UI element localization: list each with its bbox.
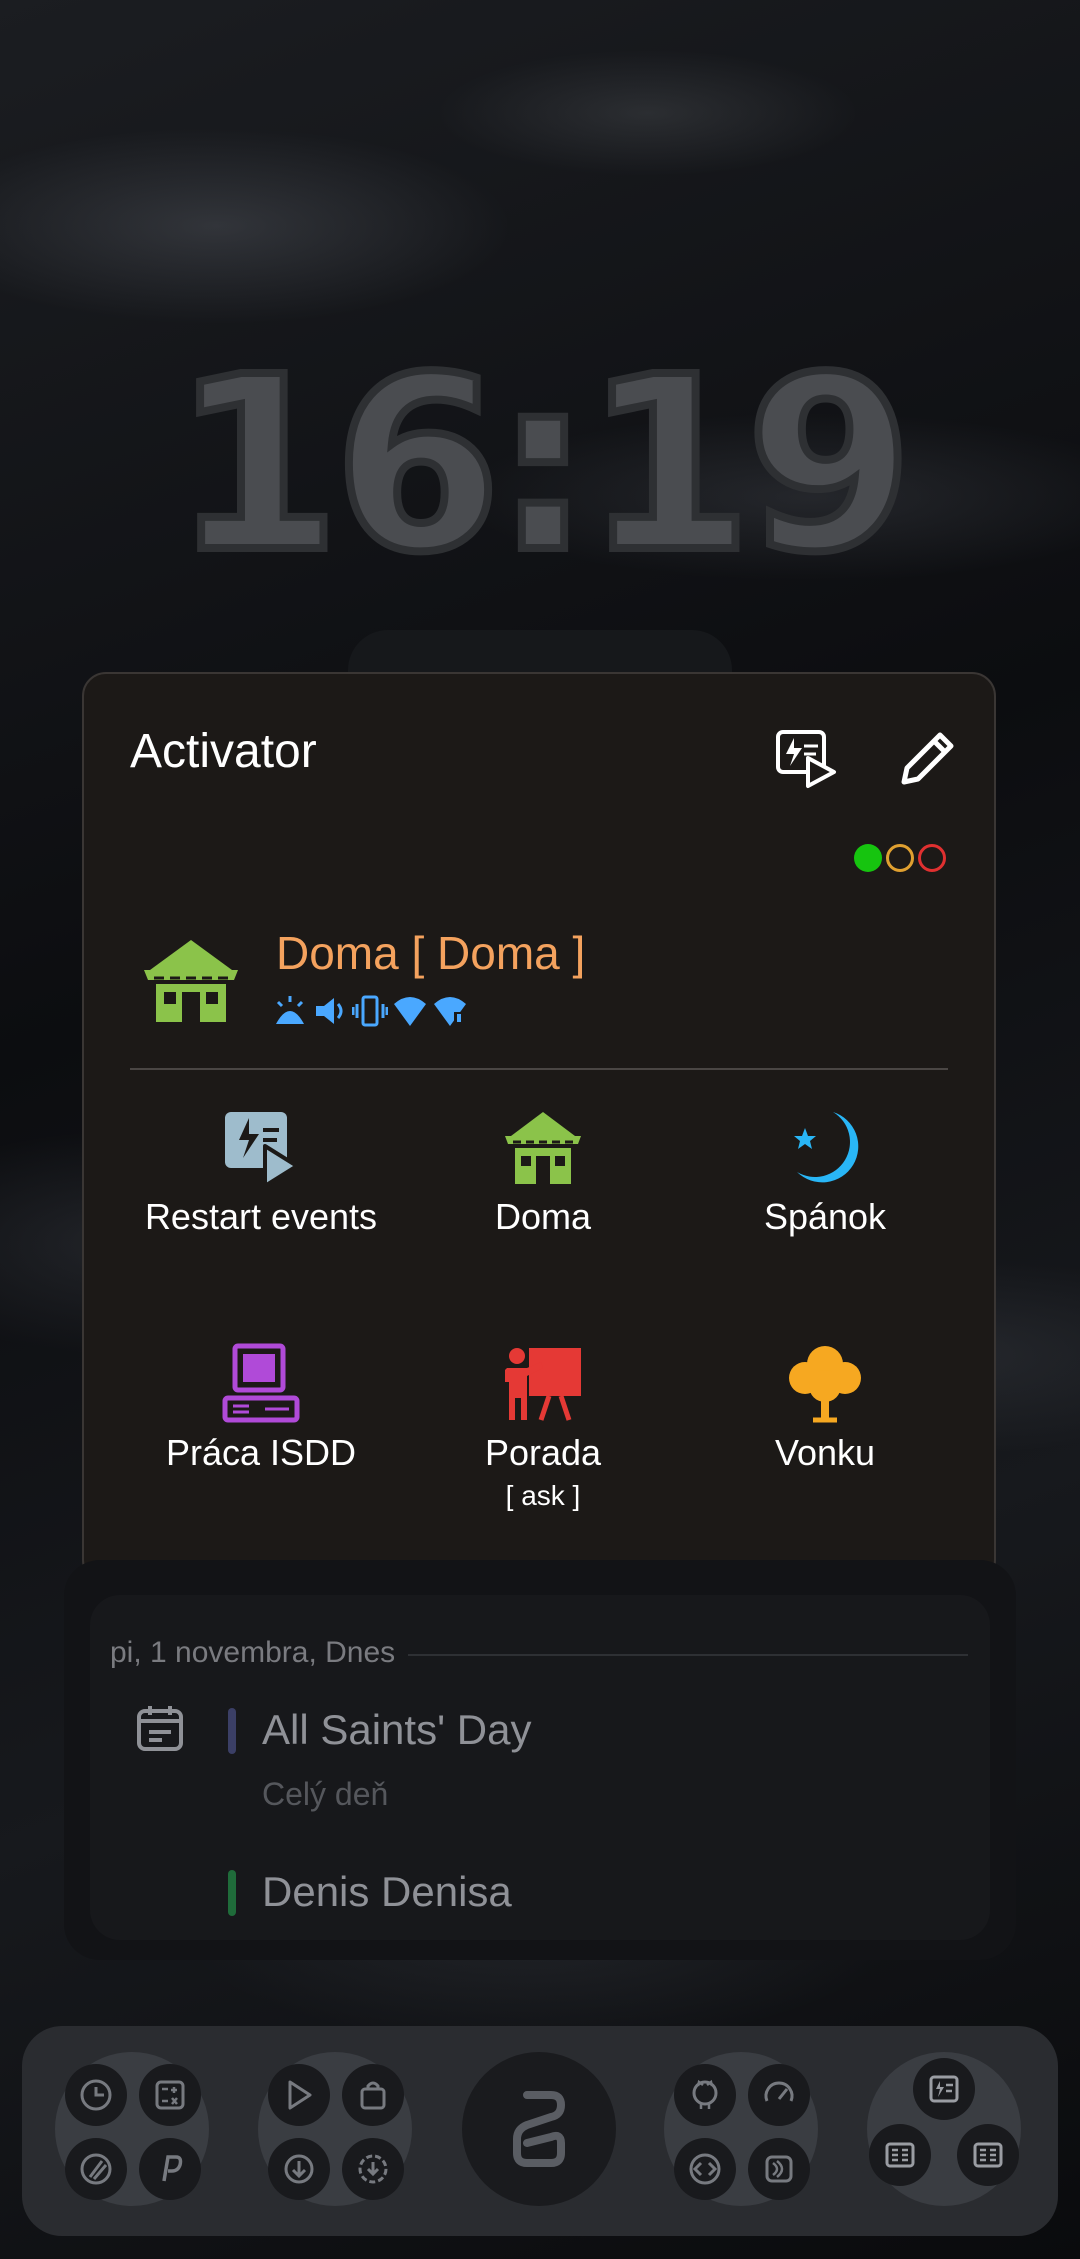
shopping-bag-icon [360, 2081, 386, 2110]
tile-label: Práca ISDD [165, 1432, 357, 1473]
launcher-button[interactable] [462, 2052, 616, 2206]
app-icon[interactable] [869, 2124, 931, 2186]
play-store-icon [288, 2080, 312, 2110]
status-dot-yellow [886, 844, 914, 872]
house-icon [505, 1112, 581, 1184]
app-icon[interactable] [748, 2064, 810, 2126]
status-dot-green [854, 844, 882, 872]
wifi-hotspot-icon [434, 997, 466, 1026]
tile-label: Porada [484, 1432, 602, 1473]
restart-events-icon [225, 1112, 299, 1188]
calculator-icon [155, 2080, 185, 2110]
app-icon[interactable] [268, 2064, 330, 2126]
calendar-date-header: pi, 1 novembra, Dnes [110, 1636, 396, 1669]
app-icon[interactable] [748, 2138, 810, 2200]
calendar-icon [137, 1706, 183, 1751]
app-folder-activator[interactable] [867, 2052, 1021, 2206]
vibrate-icon [352, 995, 388, 1027]
tile-label: Doma [494, 1196, 592, 1237]
app-folder-dev[interactable] [664, 2052, 818, 2206]
event-subtitle: Celý deň [262, 1776, 389, 1812]
app-folder-store[interactable] [258, 2052, 412, 2206]
tile-label: Vonku [774, 1432, 876, 1473]
tile-restart-events[interactable]: Restart events [119, 1106, 403, 1238]
presentation-icon [505, 1348, 581, 1421]
speedometer-icon [764, 2081, 794, 2102]
quick-activate-icon[interactable] [772, 724, 840, 792]
app-icon[interactable] [65, 2064, 127, 2126]
tile-label: Spánok [763, 1196, 887, 1237]
divider [408, 1654, 968, 1656]
divider [130, 1068, 948, 1070]
widget-title: Activator [130, 725, 317, 778]
tile-spanok[interactable]: Spánok [683, 1106, 967, 1238]
profile-status-icons [272, 994, 468, 1028]
app-icon[interactable] [268, 2138, 330, 2200]
app-icon[interactable] [913, 2058, 975, 2120]
edit-pencil-icon[interactable] [894, 724, 962, 792]
clock-time[interactable]: 16:19 [0, 341, 1080, 589]
app-icon[interactable] [139, 2138, 201, 2200]
app-folder-google[interactable] [55, 2052, 209, 2206]
tile-vonku[interactable]: Vonku [683, 1342, 967, 1474]
status-dot-red [918, 844, 946, 872]
app-icon[interactable] [65, 2138, 127, 2200]
app-icon[interactable] [139, 2064, 201, 2126]
tile-porada[interactable]: Porada [ ask ] [401, 1342, 685, 1512]
tile-praca-isdd[interactable]: Práca ISDD [119, 1342, 403, 1474]
event-title[interactable]: Denis Denisa [262, 1868, 512, 1916]
event-list-icon [885, 2142, 915, 2168]
event-list-icon [973, 2142, 1003, 2168]
event-color-bar [228, 1708, 236, 1754]
tile-sublabel: [ ask ] [505, 1480, 581, 1511]
computer-icon [222, 1343, 300, 1423]
event-title[interactable]: All Saints' Day [262, 1706, 531, 1754]
status-dots [854, 844, 946, 872]
code-icon [689, 2153, 721, 2185]
tile-label: Restart events [144, 1196, 378, 1237]
tile-doma[interactable]: Doma [401, 1106, 685, 1238]
update-icon [358, 2154, 388, 2184]
app-icon[interactable] [957, 2124, 1019, 2186]
volume-icon [316, 998, 343, 1024]
google-translate-icon [80, 2079, 112, 2111]
active-profile-title[interactable]: Doma [ Doma ] [276, 926, 585, 980]
app-icon[interactable] [674, 2064, 736, 2126]
restart-events-icon [929, 2075, 959, 2103]
house-icon [144, 940, 238, 1022]
app-icon[interactable] [342, 2138, 404, 2200]
compass-icon [80, 2153, 112, 2185]
download-manager-icon [284, 2154, 314, 2184]
app-logo-icon [513, 2091, 565, 2167]
activator-widget: Activator Doma [ Doma ] Restart events D… [82, 672, 996, 1584]
tree-icon [789, 1346, 861, 1423]
github-icon [692, 2079, 718, 2109]
alarm-icon [276, 996, 304, 1024]
app-icon[interactable] [674, 2138, 736, 2200]
nfc-icon [765, 2155, 793, 2183]
event-color-bar [228, 1870, 236, 1916]
app-icon[interactable] [342, 2064, 404, 2126]
wifi-icon [394, 997, 426, 1026]
paypal-icon [162, 2155, 183, 2182]
moon-star-icon [794, 1112, 859, 1183]
